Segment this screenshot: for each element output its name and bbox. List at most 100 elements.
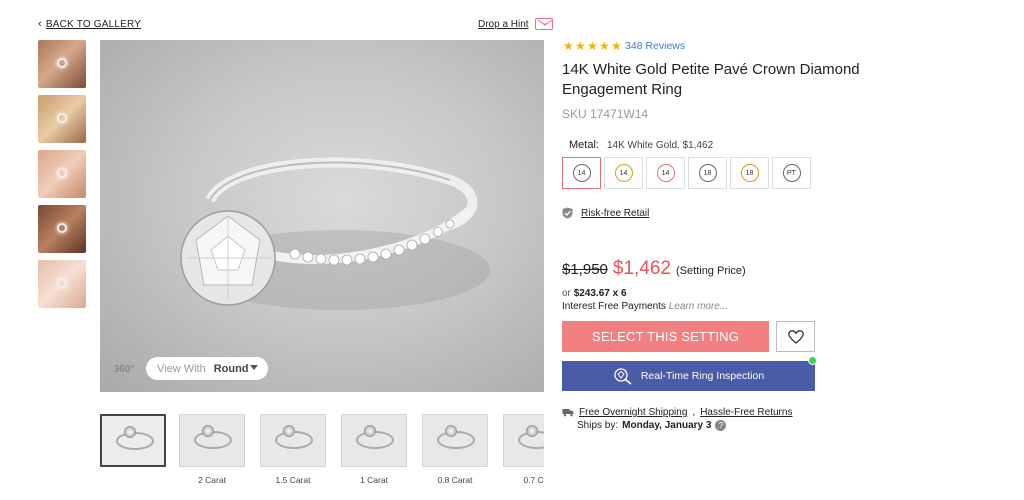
- carousel-thumbnail: [341, 414, 407, 467]
- carousel-item[interactable]: 1 Carat: [341, 414, 407, 485]
- shield-check-icon: [562, 207, 573, 219]
- ships-by: Ships by: Monday, January 3 ?: [577, 420, 727, 431]
- metal-options: 14 14 14 18 18 PT: [562, 157, 811, 189]
- select-setting-button[interactable]: SELECT THIS SETTING: [562, 321, 769, 352]
- diamond-icon: [202, 425, 214, 437]
- ring-icon: 18: [698, 164, 717, 182]
- metal-value: 14K White Gold. $1,462: [606, 140, 714, 151]
- ring-inspection-label: Real-Time Ring Inspection: [640, 370, 765, 382]
- metal-option-18k-white[interactable]: 18: [688, 157, 727, 189]
- ring-icon: 18: [740, 164, 759, 182]
- overnight-shipping-link[interactable]: Free Overnight Shipping: [579, 407, 687, 418]
- back-to-gallery-label: BACK TO GALLERY: [45, 19, 142, 30]
- metal-option-14k-white[interactable]: 14: [562, 157, 601, 189]
- drop-a-hint-label: Drop a Hint: [478, 18, 529, 30]
- carousel-thumbnail: [179, 414, 245, 467]
- metal-option-14k-yellow[interactable]: 14: [604, 157, 643, 189]
- risk-free-label: Risk-free Retail: [581, 207, 650, 219]
- envelope-heart-icon: [534, 18, 553, 30]
- carousel-thumbnail: [100, 414, 166, 467]
- interest-free-payments: Interest Free Payments Learn more...: [562, 301, 728, 312]
- interest-label: Interest Free Payments: [562, 301, 666, 312]
- view-with-value: Round: [213, 362, 249, 375]
- drop-a-hint-link[interactable]: Drop a Hint: [478, 18, 553, 30]
- carat-carousel: 2 Carat 1.5 Carat 1 Carat 0.8 Carat 0.7 …: [100, 414, 544, 494]
- thumbnail-column: [38, 40, 86, 315]
- gallery-thumbnail[interactable]: [38, 260, 86, 308]
- heart-icon: [787, 329, 804, 344]
- ring-icon: [57, 113, 67, 123]
- carousel-label: 1.5 Carat: [275, 475, 311, 485]
- help-icon[interactable]: ?: [715, 420, 727, 431]
- diamond-icon: [124, 426, 136, 438]
- risk-free-retail-link[interactable]: Risk-free Retail: [562, 207, 649, 219]
- ring-inspection-button[interactable]: Real-Time Ring Inspection: [562, 361, 815, 391]
- monthly-value: $243.67 x 6: [573, 288, 627, 299]
- diamond-icon: [526, 425, 538, 437]
- gallery-thumbnail[interactable]: [38, 40, 86, 88]
- view-with-label: View With: [157, 362, 206, 375]
- ships-by-label: Ships by:: [577, 420, 619, 431]
- carousel-thumbnail: [503, 414, 544, 467]
- truck-icon: [562, 409, 574, 417]
- ring-icon: [57, 223, 67, 233]
- carousel-item[interactable]: 0.7 Ca: [503, 414, 544, 485]
- monthly-payment: or $243.67 x 6: [562, 288, 627, 299]
- ring-icon: [57, 168, 67, 178]
- comma-separator: ,: [692, 407, 696, 418]
- carousel-label: 2 Carat: [198, 475, 226, 485]
- carousel-item[interactable]: 2 Carat: [179, 414, 245, 485]
- star-icon: ★: [599, 38, 610, 53]
- learn-more-link[interactable]: Learn more...: [669, 301, 728, 312]
- chevron-left-icon: ‹: [38, 18, 42, 30]
- metal-option-18k-yellow[interactable]: 18: [730, 157, 769, 189]
- carousel-label: 0.7 Ca: [523, 475, 544, 485]
- diamond-icon: [283, 425, 295, 437]
- sale-price: $1,462: [612, 258, 672, 279]
- main-product-image[interactable]: 360° View With Round: [100, 40, 544, 392]
- metal-selector-label: Metal: 14K White Gold. $1,462: [569, 139, 713, 151]
- carousel-label: 0.8 Carat: [437, 475, 473, 485]
- product-title: 14K White Gold Petite Pavé Crown Diamond…: [562, 61, 860, 98]
- price-note: (Setting Price): [676, 265, 746, 277]
- rating-summary[interactable]: ★ ★ ★ ★ ★ 348 Reviews: [563, 38, 685, 53]
- star-icon: ★: [587, 38, 598, 53]
- ring-icon: PT: [782, 164, 801, 182]
- metal-option-14k-rose[interactable]: 14: [646, 157, 685, 189]
- carousel-item[interactable]: [100, 414, 166, 475]
- diamond-icon: [445, 425, 457, 437]
- online-status-icon: [808, 356, 817, 365]
- monthly-prefix: or: [562, 288, 571, 299]
- ring-image: [180, 157, 490, 310]
- caret-down-icon: [250, 365, 258, 370]
- ring-icon: [57, 278, 67, 288]
- metal-label: Metal:: [569, 139, 599, 151]
- carousel-item[interactable]: 1.5 Carat: [260, 414, 326, 485]
- gallery-thumbnail[interactable]: [38, 150, 86, 198]
- carousel-thumbnail: [260, 414, 326, 467]
- star-icon: ★: [563, 38, 574, 53]
- ships-by-date: Monday, January 3: [622, 420, 712, 431]
- original-price: $1,950: [562, 261, 608, 278]
- ring-icon: 14: [656, 164, 675, 182]
- back-to-gallery-link[interactable]: ‹ BACK TO GALLERY: [38, 18, 141, 30]
- carousel-item[interactable]: 0.8 Carat: [422, 414, 488, 485]
- star-icon: ★: [575, 38, 586, 53]
- diamond-icon: [364, 425, 376, 437]
- hassle-free-returns-link[interactable]: Hassle-Free Returns: [700, 407, 792, 418]
- metal-option-platinum[interactable]: PT: [772, 157, 811, 189]
- ring-icon: 14: [572, 164, 591, 182]
- magnifier-diamond-icon: [614, 368, 632, 385]
- star-icon: ★: [611, 38, 622, 53]
- view-with-dropdown[interactable]: View With Round: [146, 357, 268, 380]
- wishlist-button[interactable]: [776, 321, 815, 352]
- shipping-info: Free Overnight Shipping, Hassle-Free Ret…: [562, 407, 792, 418]
- gallery-thumbnail[interactable]: [38, 205, 86, 253]
- carousel-label: 1 Carat: [360, 475, 388, 485]
- rotate-360-icon[interactable]: 360°: [110, 358, 138, 380]
- ring-icon: [57, 58, 67, 68]
- reviews-link[interactable]: 348 Reviews: [625, 40, 685, 52]
- product-sku: SKU 17471W14: [562, 107, 649, 121]
- price-block: $1,950 $1,462 (Setting Price): [562, 258, 746, 280]
- gallery-thumbnail[interactable]: [38, 95, 86, 143]
